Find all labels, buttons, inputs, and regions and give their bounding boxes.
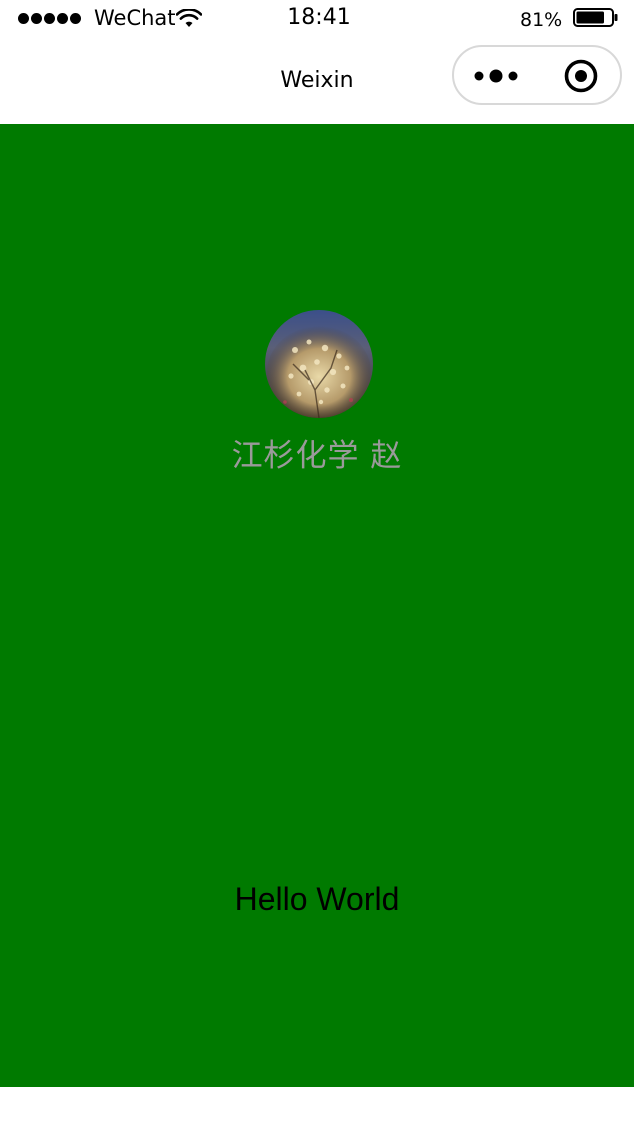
user-avatar[interactable]: [265, 310, 373, 418]
target-circle-icon[interactable]: [564, 59, 598, 93]
phone-screen: WeChat 18:41 81% Weixin 江杉化学 赵 Hello Wor…: [0, 0, 634, 1131]
status-bar: WeChat 18:41 81%: [0, 0, 634, 36]
main-content: 江杉化学 赵 Hello World: [0, 124, 634, 1087]
mini-program-capsule: [452, 45, 622, 105]
battery-icon: [573, 8, 618, 27]
more-dots-icon[interactable]: [472, 65, 522, 87]
clock-text: 18:41: [287, 5, 351, 30]
navigation-bar: Weixin: [0, 36, 634, 124]
user-nickname: 江杉化学 赵: [231, 438, 403, 474]
motto-text: Hello World: [234, 881, 400, 917]
capsule-divider: [538, 61, 539, 91]
battery-fill: [576, 11, 604, 24]
bottom-safe-area: [0, 1087, 634, 1131]
battery-percent: 81%: [520, 9, 563, 31]
